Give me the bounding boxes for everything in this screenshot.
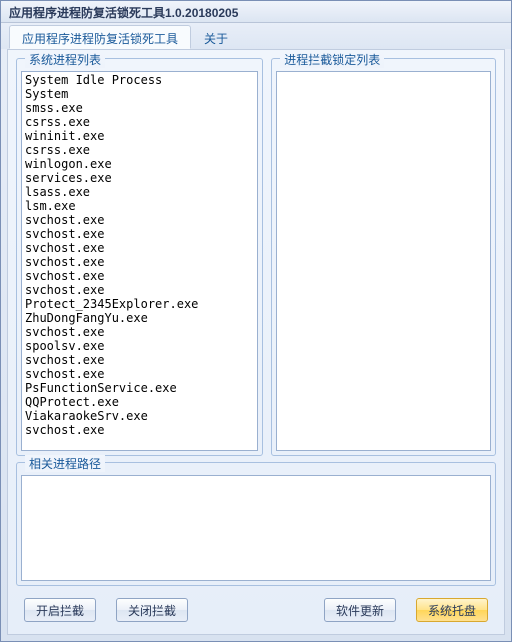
list-item[interactable]: lsass.exe — [23, 185, 256, 199]
start-button[interactable]: 开启拦截 — [24, 598, 96, 622]
update-button[interactable]: 软件更新 — [324, 598, 396, 622]
list-item[interactable]: svchost.exe — [23, 213, 256, 227]
list-item[interactable]: lsm.exe — [23, 199, 256, 213]
group-process-list-label: 系统进程列表 — [25, 51, 105, 68]
list-item[interactable]: ZhuDongFangYu.exe — [23, 311, 256, 325]
tab-strip: 应用程序进程防复活锁死工具 关于 — [1, 23, 511, 49]
list-item[interactable]: System — [23, 87, 256, 101]
list-item[interactable]: PsFunctionService.exe — [23, 381, 256, 395]
list-item[interactable]: ViakaraokeSrv.exe — [23, 409, 256, 423]
list-item[interactable]: smss.exe — [23, 101, 256, 115]
list-item[interactable]: svchost.exe — [23, 241, 256, 255]
app-window: 应用程序进程防复活锁死工具1.0.20180205 应用程序进程防复活锁死工具 … — [0, 0, 512, 642]
group-process-list: 系统进程列表 System Idle ProcessSystemsmss.exe… — [16, 58, 263, 456]
top-row: 系统进程列表 System Idle ProcessSystemsmss.exe… — [16, 58, 496, 456]
list-item[interactable]: svchost.exe — [23, 325, 256, 339]
window-title: 应用程序进程防复活锁死工具1.0.20180205 — [9, 6, 238, 20]
list-item[interactable]: svchost.exe — [23, 367, 256, 381]
list-item[interactable]: csrss.exe — [23, 143, 256, 157]
list-item[interactable]: svchost.exe — [23, 255, 256, 269]
list-item[interactable]: svchost.exe — [23, 423, 256, 437]
list-item[interactable]: spoolsv.exe — [23, 339, 256, 353]
titlebar: 应用程序进程防复活锁死工具1.0.20180205 — [1, 1, 511, 23]
list-item[interactable]: services.exe — [23, 171, 256, 185]
group-lock-list-label: 进程拦截锁定列表 — [280, 51, 384, 68]
group-path-label: 相关进程路径 — [25, 455, 105, 472]
group-lock-list: 进程拦截锁定列表 — [271, 58, 496, 456]
list-item[interactable]: svchost.exe — [23, 283, 256, 297]
list-item[interactable]: svchost.exe — [23, 269, 256, 283]
path-textbox[interactable] — [21, 475, 491, 581]
list-item[interactable]: svchost.exe — [23, 227, 256, 241]
list-item[interactable]: System Idle Process — [23, 73, 256, 87]
list-item[interactable]: QQProtect.exe — [23, 395, 256, 409]
list-item[interactable]: wininit.exe — [23, 129, 256, 143]
lock-listbox[interactable] — [276, 71, 491, 451]
list-item[interactable]: csrss.exe — [23, 115, 256, 129]
tray-button[interactable]: 系统托盘 — [416, 598, 488, 622]
list-item[interactable]: Protect_2345Explorer.exe — [23, 297, 256, 311]
list-item[interactable]: winlogon.exe — [23, 157, 256, 171]
process-listbox[interactable]: System Idle ProcessSystemsmss.execsrss.e… — [21, 71, 258, 451]
button-row: 开启拦截 关闭拦截 软件更新 系统托盘 — [16, 592, 496, 626]
stop-button[interactable]: 关闭拦截 — [116, 598, 188, 622]
button-spacer — [208, 598, 304, 622]
group-path: 相关进程路径 — [16, 462, 496, 586]
tab-main[interactable]: 应用程序进程防复活锁死工具 — [9, 25, 191, 49]
tab-about[interactable]: 关于 — [191, 25, 241, 49]
list-item[interactable]: svchost.exe — [23, 353, 256, 367]
content-panel: 系统进程列表 System Idle ProcessSystemsmss.exe… — [7, 49, 505, 635]
